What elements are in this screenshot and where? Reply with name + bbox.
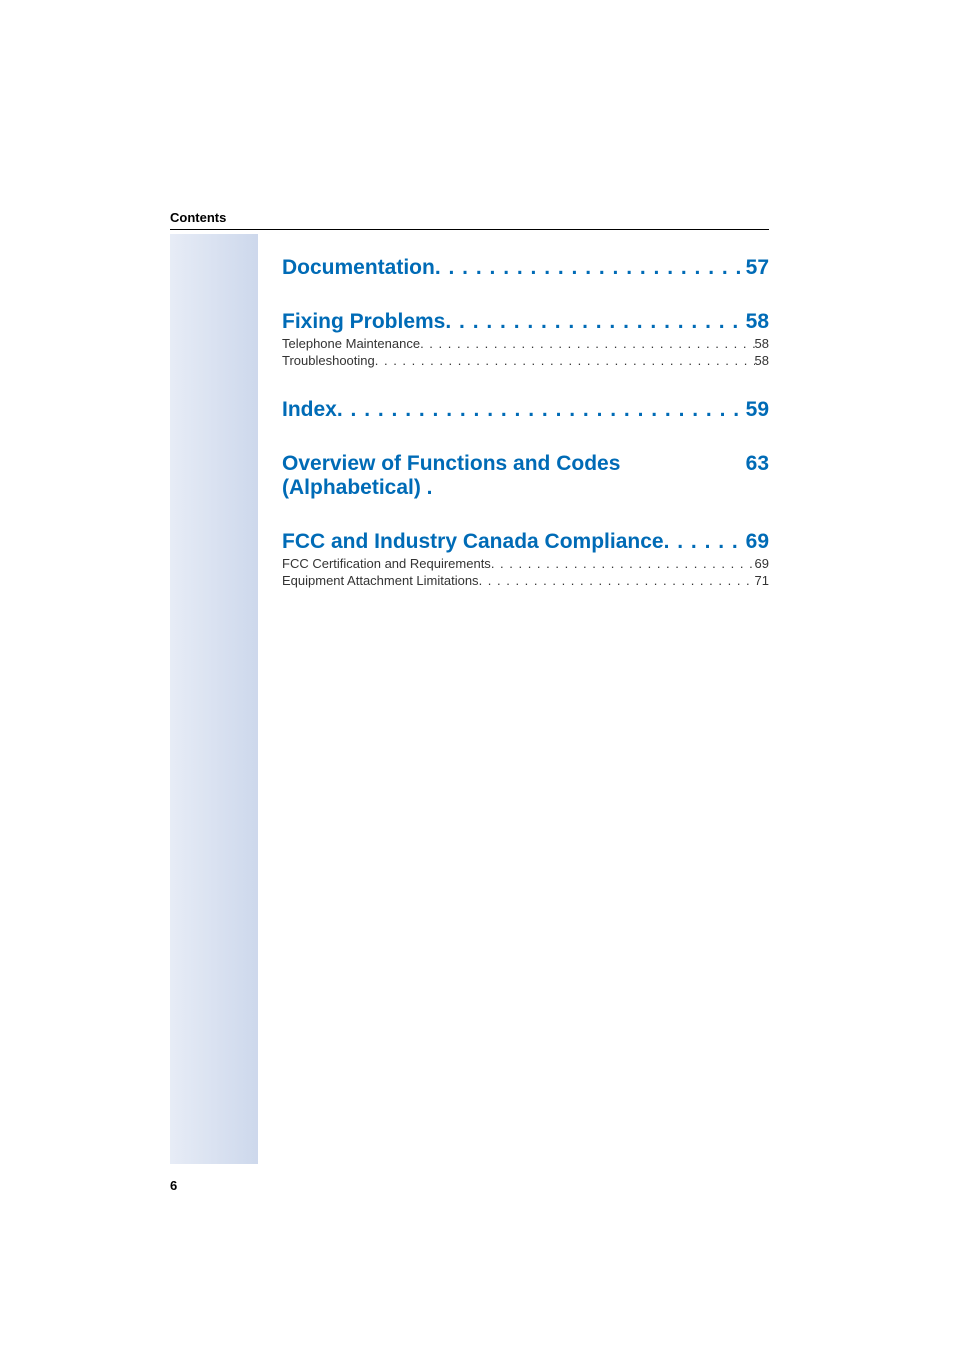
toc-page: 69 [755,556,769,571]
toc-dots: . . . . . . . . . . . . . . . . . . . . … [479,573,755,588]
toc-row-equipment-attachment[interactable]: Equipment Attachment Limitations . . . .… [282,573,769,588]
page-number: 6 [170,1178,177,1193]
header-region: Contents [170,210,769,230]
toc-section-index: Index . . . . . . . . . . . . . . . . . … [282,398,769,422]
toc-title: FCC and Industry Canada Compliance [282,530,664,554]
toc-row-troubleshooting[interactable]: Troubleshooting . . . . . . . . . . . . … [282,353,769,368]
toc-section-fcc: FCC and Industry Canada Compliance . . .… [282,530,769,588]
toc-subtitle: Equipment Attachment Limitations [282,573,479,588]
toc-subtitle: Troubleshooting [282,353,375,368]
toc-section-fixing: Fixing Problems . . . . . . . . . . . . … [282,310,769,368]
toc-page: 63 [746,452,769,500]
toc-dots: . . . . . . . . . . . . . . . . . . . . … [375,353,755,368]
toc-section-documentation: Documentation . . . . . . . . . . . . . … [282,256,769,280]
toc-title: Overview of Functions and Codes (Alphabe… [282,452,746,500]
toc-page: 58 [755,336,769,351]
toc-subtitle: FCC Certification and Requirements [282,556,491,571]
toc-row-fixing[interactable]: Fixing Problems . . . . . . . . . . . . … [282,310,769,334]
toc-dots: . . . . . . . . . . . . . . . . . . . . … [491,556,755,571]
toc-row-fcc[interactable]: FCC and Industry Canada Compliance . . .… [282,530,769,554]
toc-row-overview[interactable]: Overview of Functions and Codes (Alphabe… [282,452,769,500]
toc-page: 57 [746,256,769,280]
toc-page: 59 [746,398,769,422]
toc-row-telephone-maintenance[interactable]: Telephone Maintenance . . . . . . . . . … [282,336,769,351]
toc-section-overview: Overview of Functions and Codes (Alphabe… [282,452,769,500]
contents-heading: Contents [170,210,769,229]
header-rule [170,229,769,230]
toc-title: Documentation [282,256,435,280]
toc-subtitle: Telephone Maintenance [282,336,420,351]
toc-row-index[interactable]: Index . . . . . . . . . . . . . . . . . … [282,398,769,422]
sidebar-gradient [170,234,258,1164]
toc-title: Index [282,398,337,422]
toc-row-fcc-certification[interactable]: FCC Certification and Requirements . . .… [282,556,769,571]
toc-page: 58 [755,353,769,368]
toc-page: 58 [746,310,769,334]
toc-page: 69 [746,530,769,554]
toc-dots: . . . . . . . . . . . . . . . . . . . . … [420,336,754,351]
toc-dots: . . . . . . . . . . . . . . . . . . . . … [435,256,746,280]
toc-page: 71 [755,573,769,588]
toc-dots: . . . . . . . . . . . . . . . . . . . . … [664,530,746,554]
toc-content: Documentation . . . . . . . . . . . . . … [282,256,769,618]
toc-dots: . . . . . . . . . . . . . . . . . . . . … [445,310,745,334]
toc-row-documentation[interactable]: Documentation . . . . . . . . . . . . . … [282,256,769,280]
toc-dots: . . . . . . . . . . . . . . . . . . . . … [337,398,746,422]
toc-title: Fixing Problems [282,310,445,334]
